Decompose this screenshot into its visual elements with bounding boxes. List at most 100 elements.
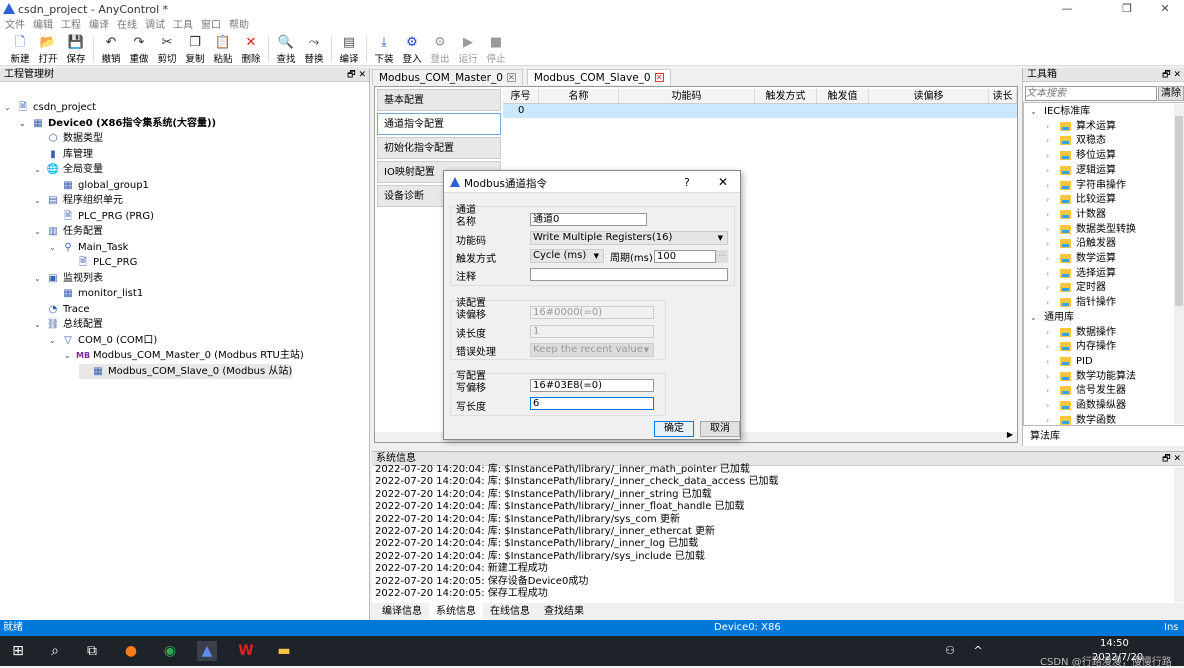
- table-row[interactable]: 0: [503, 104, 1017, 118]
- toolbox-item[interactable]: › 信号发生器: [1046, 383, 1126, 398]
- tray-expand-icon[interactable]: ^: [968, 641, 988, 661]
- column-header[interactable]: 功能码: [619, 89, 755, 103]
- search-button[interactable]: 🔍 查找: [272, 34, 300, 65]
- column-header[interactable]: 名称: [539, 89, 619, 103]
- chevron-right-icon[interactable]: ›: [1046, 222, 1060, 237]
- run-button[interactable]: ▶ 运行: [454, 34, 482, 65]
- column-header[interactable]: 读长: [989, 89, 1017, 103]
- chevron-right-icon[interactable]: ›: [1046, 413, 1060, 428]
- side-menu-item[interactable]: 初始化指令配置: [377, 137, 501, 159]
- save-button[interactable]: 💾 保存: [62, 34, 90, 65]
- tree-item[interactable]: 🗎 PLC_PRG (PRG): [49, 209, 154, 224]
- comment-input[interactable]: [530, 268, 728, 281]
- vertical-scrollbar[interactable]: [1174, 104, 1184, 424]
- expand-arrow-icon[interactable]: ⌄: [4, 100, 16, 115]
- chevron-right-icon[interactable]: ›: [1046, 398, 1060, 413]
- read-length-input[interactable]: 1: [530, 325, 654, 338]
- dialog-close-button[interactable]: ✕: [718, 175, 728, 189]
- chrome-icon[interactable]: ◉: [160, 641, 180, 661]
- toolbox-item[interactable]: › 逻辑运算: [1046, 163, 1116, 178]
- tree-item[interactable]: ▮ 库管理: [34, 147, 93, 162]
- chevron-right-icon[interactable]: ›: [1046, 266, 1060, 281]
- tab-modbus-com-master-0[interactable]: Modbus_COM_Master_0 ✕: [372, 69, 523, 85]
- side-menu-item[interactable]: 通道指令配置: [377, 113, 501, 135]
- expand-arrow-icon[interactable]: ⌄: [34, 224, 46, 239]
- toolbox-item[interactable]: › 数学函数: [1046, 413, 1116, 428]
- tree-item[interactable]: ⌄ ▤ 程序组织单元: [34, 193, 123, 208]
- column-header[interactable]: 读偏移: [869, 89, 989, 103]
- toolbox-item[interactable]: › 计数器: [1046, 207, 1106, 222]
- tree-item[interactable]: ⌄ MB Modbus_COM_Master_0 (Modbus RTU主站): [64, 348, 304, 363]
- open-folder-button[interactable]: 📂 打开: [34, 34, 62, 65]
- login-button[interactable]: ⚙ 登入: [398, 34, 426, 65]
- logout-button[interactable]: ⚙ 登出: [426, 34, 454, 65]
- chevron-right-icon[interactable]: ›: [1046, 192, 1060, 207]
- task-view-icon[interactable]: ⧉: [82, 641, 102, 661]
- replace-button[interactable]: ⤳ 替换: [300, 34, 328, 65]
- write-offset-input[interactable]: 16#03E8(=0): [530, 379, 654, 392]
- output-tab[interactable]: 编译信息: [375, 603, 429, 621]
- toolbox-item[interactable]: › 沿触发器: [1046, 236, 1116, 251]
- panel-float-close-icon[interactable]: 🗗 ✕: [1162, 68, 1181, 82]
- clock-time[interactable]: 14:50: [1100, 638, 1129, 649]
- cancel-button[interactable]: 取消: [700, 421, 740, 437]
- redo-button[interactable]: ↷ 重做: [125, 34, 153, 65]
- chevron-right-icon[interactable]: ›: [1046, 369, 1060, 384]
- tree-item[interactable]: ▦ Modbus_COM_Slave_0 (Modbus 从站): [79, 363, 293, 379]
- chevron-right-icon[interactable]: ›: [1046, 383, 1060, 398]
- toolbox-item[interactable]: › 函数操纵器: [1046, 398, 1126, 413]
- write-length-input[interactable]: 6: [530, 397, 654, 410]
- period-input[interactable]: 100: [654, 250, 716, 263]
- expand-arrow-icon[interactable]: ⌄: [1030, 104, 1044, 119]
- toolbox-item[interactable]: › 指针操作: [1046, 295, 1116, 310]
- name-input[interactable]: 通道0: [530, 213, 647, 226]
- chevron-right-icon[interactable]: ›: [1046, 295, 1060, 310]
- trigger-mode-select[interactable]: Cycle (ms) ▼: [530, 249, 604, 263]
- anycontrol-icon[interactable]: ▲: [197, 641, 217, 661]
- chevron-right-icon[interactable]: ›: [1046, 354, 1060, 369]
- chevron-right-icon[interactable]: ›: [1046, 119, 1060, 134]
- paste-button[interactable]: 📋 粘贴: [209, 34, 237, 65]
- toolbox-item[interactable]: › PID: [1046, 354, 1093, 369]
- search-icon[interactable]: ⌕: [45, 641, 65, 661]
- tree-item[interactable]: ⌄ ⛓ 总线配置: [34, 317, 103, 332]
- toolbox-item[interactable]: › 数学运算: [1046, 251, 1116, 266]
- expand-arrow-icon[interactable]: ⌄: [34, 317, 46, 332]
- menu-item[interactable]: 帮助: [229, 18, 249, 34]
- windows-start-icon[interactable]: ⊞: [8, 641, 28, 661]
- file-explorer-icon[interactable]: ▬: [274, 641, 294, 661]
- tree-item[interactable]: ⌄ ▥ 任务配置: [34, 224, 103, 239]
- undo-button[interactable]: ↶ 撤销: [97, 34, 125, 65]
- clock-date[interactable]: 2022/7/20: [1092, 652, 1143, 663]
- tree-item[interactable]: ◔ Trace: [34, 302, 90, 317]
- help-button[interactable]: ?: [684, 176, 690, 189]
- panel-float-close-icon[interactable]: 🗗 ✕: [347, 68, 366, 82]
- compile-button[interactable]: ▤ 编译: [335, 34, 363, 65]
- tree-item[interactable]: 🗎 PLC_PRG: [64, 255, 137, 270]
- expand-arrow-icon[interactable]: ⌄: [49, 240, 61, 255]
- ok-button[interactable]: 确定: [654, 421, 694, 437]
- people-icon[interactable]: ⚇: [940, 641, 960, 661]
- expand-arrow-icon[interactable]: ⌄: [49, 333, 61, 348]
- toolbox-item[interactable]: › 双稳态: [1046, 133, 1106, 148]
- tree-item[interactable]: ▦ monitor_list1: [49, 286, 143, 301]
- tree-item[interactable]: ⌄ ▽ COM_0 (COM口): [49, 333, 157, 348]
- period-browse-button[interactable]: ...: [716, 250, 728, 263]
- restore-button[interactable]: ❐: [1112, 2, 1142, 15]
- function-code-select[interactable]: Write Multiple Registers(16) ▼: [530, 231, 728, 245]
- menu-item[interactable]: 调试: [145, 18, 165, 34]
- cut-button[interactable]: ✂ 剪切: [153, 34, 181, 65]
- panel-float-close-icon[interactable]: 🗗 ✕: [1162, 452, 1181, 466]
- chevron-right-icon[interactable]: ›: [1046, 251, 1060, 266]
- clear-search-button[interactable]: 清除: [1158, 86, 1184, 101]
- toolbox-item[interactable]: › 定时器: [1046, 280, 1106, 295]
- stop-button[interactable]: ■ 停止: [482, 34, 510, 65]
- side-menu-item[interactable]: 基本配置: [377, 89, 501, 111]
- expand-arrow-icon[interactable]: ⌄: [34, 193, 46, 208]
- toolbox-item[interactable]: › 字符串操作: [1046, 178, 1126, 193]
- output-tab[interactable]: 系统信息: [429, 603, 483, 621]
- close-tab-icon[interactable]: ✕: [506, 73, 516, 82]
- toolbox-group[interactable]: ⌄ 通用库: [1030, 310, 1074, 325]
- close-tab-icon[interactable]: ✕: [654, 73, 664, 82]
- toolbox-item[interactable]: › 内存操作: [1046, 339, 1116, 354]
